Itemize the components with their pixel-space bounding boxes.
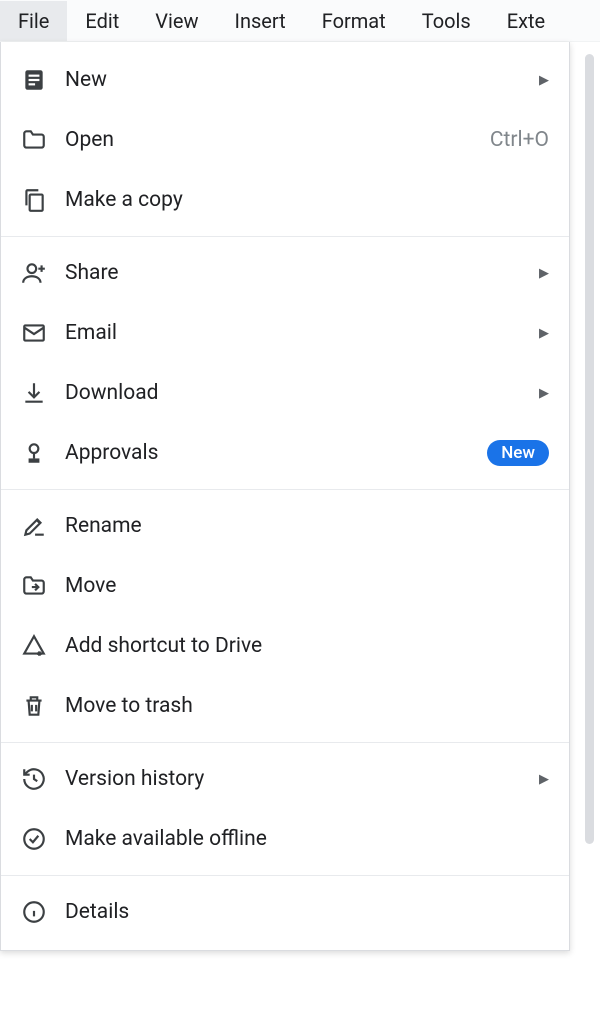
menu-label: Make available offline [65,827,549,851]
info-icon [21,899,47,925]
menu-label: Share [65,261,521,285]
menu-make-available-offline[interactable]: Make available offline [1,809,569,869]
shortcut-icon [21,633,47,659]
submenu-arrow-icon: ▶ [539,266,549,281]
doc-icon [21,67,47,93]
menubar: File Edit View Insert Format Tools Exte [0,0,600,42]
submenu-arrow-icon: ▶ [539,386,549,401]
menubar-view[interactable]: View [137,1,216,41]
email-icon [21,320,47,346]
menu-add-shortcut[interactable]: Add shortcut to Drive [1,616,569,676]
approvals-icon [21,440,47,466]
menu-label: Move [65,574,549,598]
copy-icon [21,187,47,213]
menu-label: Make a copy [65,188,549,212]
menubar-insert[interactable]: Insert [217,1,304,41]
menu-label: Download [65,381,521,405]
menubar-file[interactable]: File [0,1,67,41]
person-add-icon [21,260,47,286]
menu-divider [1,489,569,490]
folder-icon [21,127,47,153]
menu-label: Email [65,321,521,345]
offline-icon [21,826,47,852]
menu-label: New [65,68,521,92]
menu-label: Rename [65,514,549,538]
menu-label: Version history [65,767,521,791]
new-badge: New [487,440,549,466]
menu-details[interactable]: Details [1,882,569,942]
menu-download[interactable]: Download ▶ [1,363,569,423]
menubar-extensions[interactable]: Exte [489,1,563,41]
menu-shortcut: Ctrl+O [490,128,549,152]
menu-approvals[interactable]: Approvals New [1,423,569,483]
scrollbar[interactable] [585,54,594,844]
menu-label: Add shortcut to Drive [65,634,549,658]
menu-rename[interactable]: Rename [1,496,569,556]
submenu-arrow-icon: ▶ [539,772,549,787]
menu-share[interactable]: Share ▶ [1,243,569,303]
menu-divider [1,875,569,876]
menu-divider [1,236,569,237]
menu-make-copy[interactable]: Make a copy [1,170,569,230]
move-icon [21,573,47,599]
menu-move-to-trash[interactable]: Move to trash [1,676,569,736]
rename-icon [21,513,47,539]
menu-label: Open [65,128,472,152]
history-icon [21,766,47,792]
menu-label: Move to trash [65,694,549,718]
menu-divider [1,742,569,743]
menubar-edit[interactable]: Edit [67,1,137,41]
download-icon [21,380,47,406]
submenu-arrow-icon: ▶ [539,326,549,341]
menubar-tools[interactable]: Tools [404,1,489,41]
menu-open[interactable]: Open Ctrl+O [1,110,569,170]
menu-move[interactable]: Move [1,556,569,616]
menu-version-history[interactable]: Version history ▶ [1,749,569,809]
trash-icon [21,693,47,719]
submenu-arrow-icon: ▶ [539,73,549,88]
file-dropdown: New ▶ Open Ctrl+O Make a copy Share ▶ Em… [0,42,570,951]
menubar-format[interactable]: Format [304,1,404,41]
menu-label: Approvals [65,441,469,465]
menu-new[interactable]: New ▶ [1,50,569,110]
menu-email[interactable]: Email ▶ [1,303,569,363]
menu-label: Details [65,900,549,924]
